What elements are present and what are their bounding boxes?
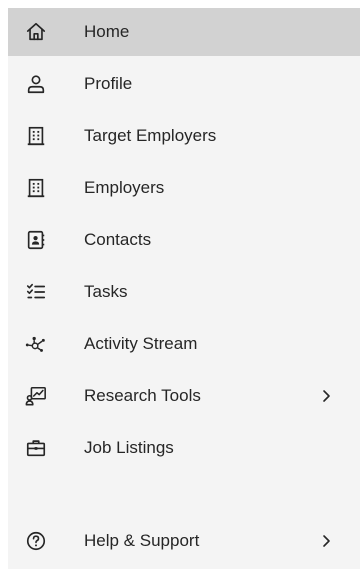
nav-item-label: Research Tools — [84, 386, 201, 405]
nav-item-job-listings[interactable]: Job Listings — [8, 424, 360, 472]
research-chart-icon — [24, 384, 48, 408]
nav-item-activity-stream[interactable]: Activity Stream — [8, 320, 360, 368]
sidebar-nav: Home Profile Target Employers Employers … — [8, 8, 360, 569]
nav-item-label: Job Listings — [84, 438, 174, 457]
help-circle-icon — [24, 529, 48, 553]
nav-item-label: Contacts — [84, 230, 152, 249]
nav-item-home[interactable]: Home — [8, 8, 360, 56]
nav-item-profile[interactable]: Profile — [8, 60, 360, 108]
nav-item-label: Activity Stream — [84, 334, 198, 353]
nav-item-label: Home — [84, 22, 130, 41]
nav-item-label: Employers — [84, 178, 165, 197]
nav-item-label: Help & Support — [84, 531, 200, 550]
chevron-right-icon — [316, 531, 336, 551]
nav-item-target-employers[interactable]: Target Employers — [8, 112, 360, 160]
nav-item-label: Tasks — [84, 282, 128, 301]
briefcase-icon — [24, 436, 48, 460]
contact-card-icon — [24, 228, 48, 252]
nav-item-employers[interactable]: Employers — [8, 164, 360, 212]
home-icon — [24, 20, 48, 44]
nav-item-label: Target Employers — [84, 126, 217, 145]
user-icon — [24, 72, 48, 96]
chevron-right-icon — [316, 386, 336, 406]
nav-item-contacts[interactable]: Contacts — [8, 216, 360, 264]
checklist-icon — [24, 280, 48, 304]
nav-item-label: Profile — [84, 74, 133, 93]
building-icon — [24, 176, 48, 200]
nav-item-tasks[interactable]: Tasks — [8, 268, 360, 316]
network-icon — [24, 332, 48, 356]
nav-item-help-support[interactable]: Help & Support — [8, 517, 360, 565]
nav-item-research-tools[interactable]: Research Tools — [8, 372, 360, 420]
building-icon — [24, 124, 48, 148]
